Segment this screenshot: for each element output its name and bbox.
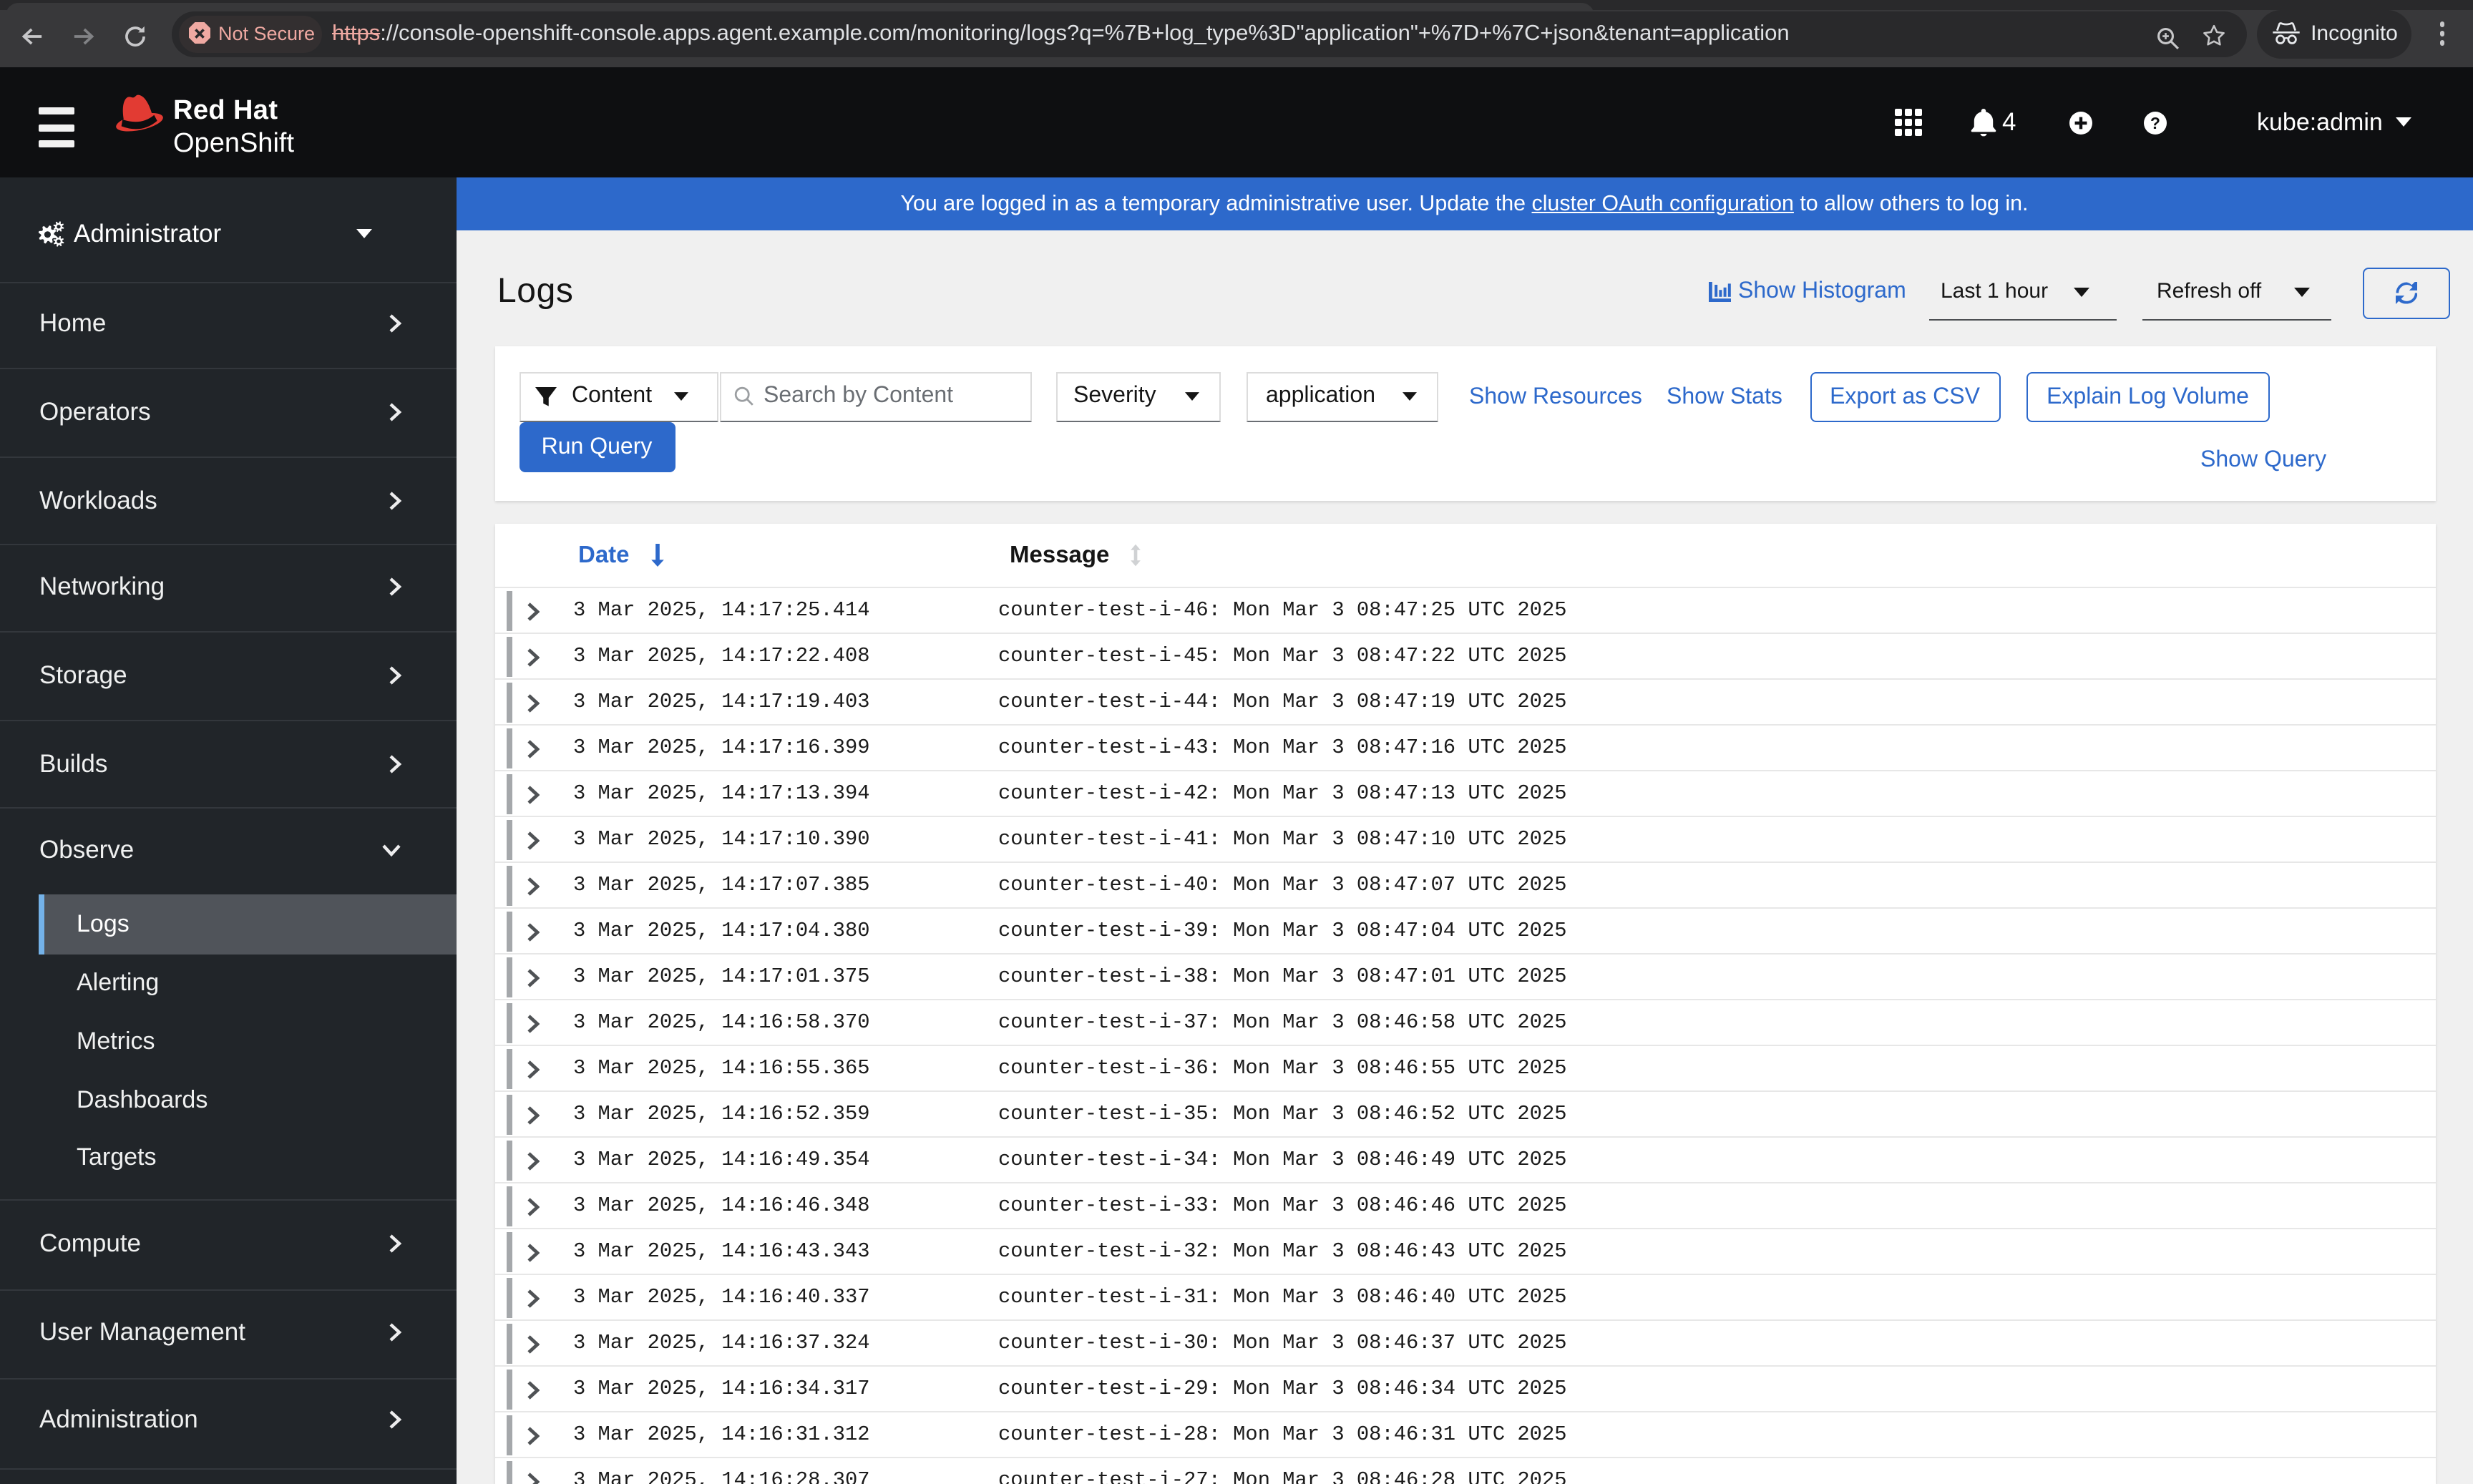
svg-text:?: ? — [2150, 113, 2160, 132]
